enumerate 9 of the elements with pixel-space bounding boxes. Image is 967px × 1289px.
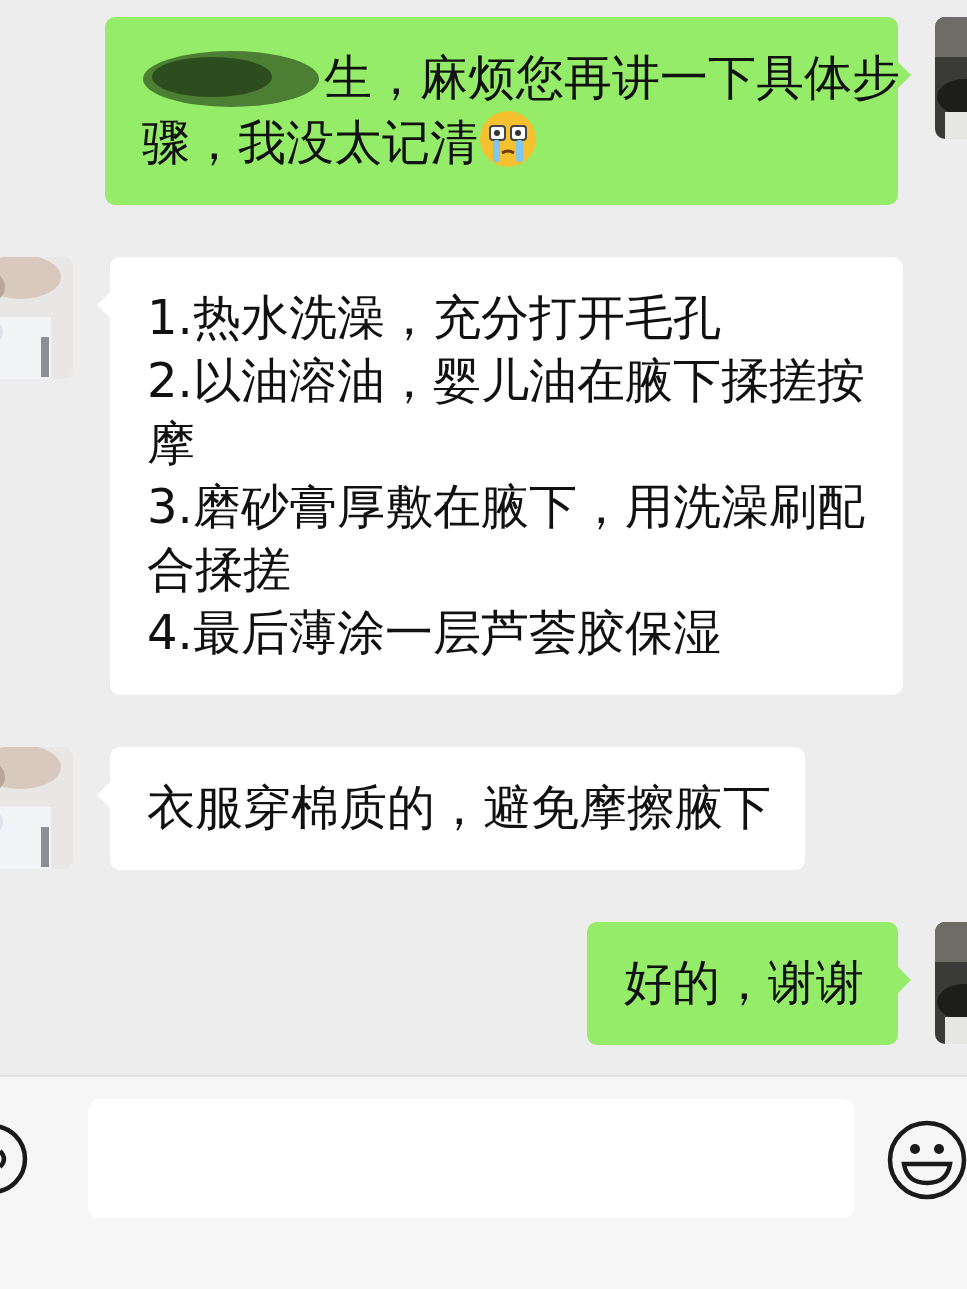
message-text: 生，麻烦您再讲一下具体步 <box>324 49 900 105</box>
message-text: 1.热水洗澡，充分打开毛孔 <box>147 289 721 345</box>
message-text: 好的，谢谢 <box>624 954 864 1010</box>
message-text: 衣服穿棉质的，避免摩擦腋下 <box>147 779 771 835</box>
message-text: 4.最后薄涂一层芦荟胶保湿 <box>147 604 721 660</box>
message-text: 3.磨砂膏厚敷在腋下，用洗澡刷配合揉搓 <box>147 478 865 597</box>
smiley-icon[interactable] <box>887 1120 967 1200</box>
message-text: 2.以油溶油，婴儿油在腋下揉搓按摩 <box>147 352 865 471</box>
message-text: 骤，我没太记清 <box>142 114 478 170</box>
